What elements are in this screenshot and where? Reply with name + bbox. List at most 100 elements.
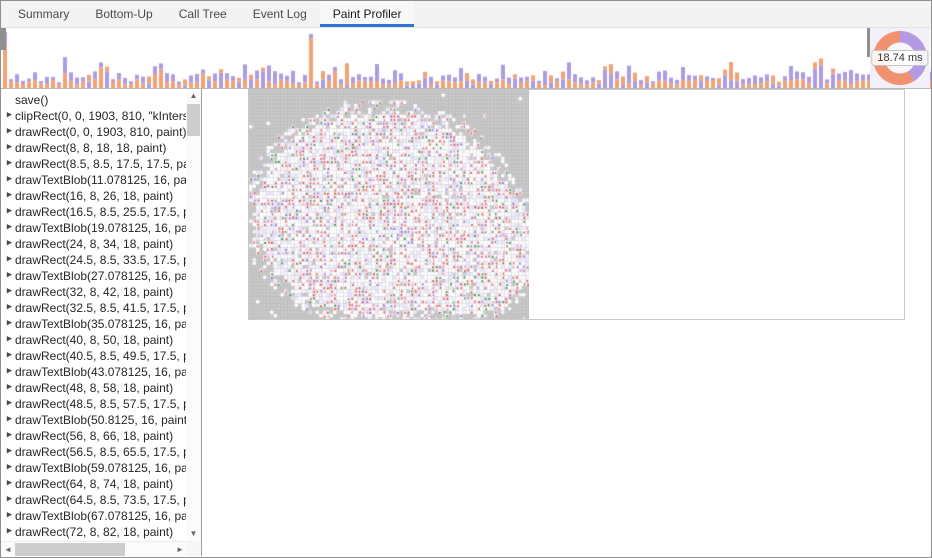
list-item[interactable]: ▶drawRect(40, 8, 50, 18, paint) <box>1 332 187 348</box>
expand-triangle-icon[interactable]: ▶ <box>4 172 15 188</box>
list-item[interactable]: ▶drawRect(56.5, 8.5, 65.5, 17.5, pa <box>1 444 187 460</box>
paint-command-text: drawTextBlob(19.078125, 16, pa <box>15 220 187 236</box>
paint-command-list: save()▶clipRect(0, 0, 1903, 810, "kInter… <box>1 89 187 541</box>
list-item[interactable]: ▶drawRect(32.5, 8.5, 41.5, 17.5, pa <box>1 300 187 316</box>
expand-triangle-icon[interactable]: ▶ <box>4 188 15 204</box>
expand-triangle-icon[interactable]: ▶ <box>4 396 15 412</box>
list-item[interactable]: ▶drawTextBlob(67.078125, 16, pa <box>1 508 187 524</box>
list-item[interactable]: ▶drawTextBlob(11.078125, 16, pa <box>1 172 187 188</box>
devtools-performance-panel: SummaryBottom-UpCall TreeEvent LogPaint … <box>0 0 932 558</box>
list-item[interactable]: ▶drawRect(48, 8, 58, 18, paint) <box>1 380 187 396</box>
paint-command-text: drawTextBlob(43.078125, 16, pa <box>15 364 187 380</box>
paint-preview-frame <box>248 89 905 320</box>
list-item[interactable]: ▶drawTextBlob(59.078125, 16, pa <box>1 460 187 476</box>
paint-command-text: drawRect(48.5, 8.5, 57.5, 17.5, pa <box>15 396 187 412</box>
expand-triangle-icon[interactable]: ▶ <box>4 236 15 252</box>
paint-command-text: drawRect(32, 8, 42, 18, paint) <box>15 284 173 300</box>
list-item[interactable]: ▶drawTextBlob(50.8125, 16, paint <box>1 412 187 428</box>
paint-command-text: drawTextBlob(35.078125, 16, pa <box>15 316 187 332</box>
expand-triangle-icon[interactable]: ▶ <box>4 476 15 492</box>
expand-triangle-icon[interactable]: ▶ <box>4 124 15 140</box>
paint-command-text: drawRect(64.5, 8.5, 73.5, 17.5, pa <box>15 492 187 508</box>
vertical-scroll-thumb[interactable] <box>187 104 200 136</box>
expand-triangle-icon[interactable]: ▶ <box>4 204 15 220</box>
list-item[interactable]: ▶drawRect(16, 8, 26, 18, paint) <box>1 188 187 204</box>
paint-command-text: drawRect(40.5, 8.5, 49.5, 17.5, pa <box>15 348 187 364</box>
list-item[interactable]: ▶drawRect(0, 0, 1903, 810, paint) <box>1 124 187 140</box>
paint-command-text: drawRect(0, 0, 1903, 810, paint) <box>15 124 186 140</box>
expand-triangle-icon[interactable]: ▶ <box>4 300 15 316</box>
selection-grip-left[interactable] <box>1 28 6 50</box>
scroll-right-icon[interactable]: ► <box>173 542 187 557</box>
paint-command-log-pane: save()▶clipRect(0, 0, 1903, 810, "kInter… <box>1 89 202 556</box>
expand-triangle-icon[interactable]: ▶ <box>4 268 15 284</box>
tab-summary[interactable]: Summary <box>5 1 82 27</box>
list-item[interactable]: save() <box>1 92 187 108</box>
list-item[interactable]: ▶drawRect(8, 8, 18, 18, paint) <box>1 140 187 156</box>
scroll-left-icon[interactable]: ◄ <box>1 542 15 557</box>
list-item[interactable]: ▶drawRect(16.5, 8.5, 25.5, 17.5, pa <box>1 204 187 220</box>
overview-bars-canvas[interactable] <box>1 28 931 88</box>
scroll-down-icon[interactable]: ▼ <box>186 527 201 541</box>
list-item[interactable]: ▶drawTextBlob(27.078125, 16, pa <box>1 268 187 284</box>
list-item[interactable]: ▶drawRect(48.5, 8.5, 57.5, 17.5, pa <box>1 396 187 412</box>
list-item[interactable]: ▶drawRect(8.5, 8.5, 17.5, 17.5, pai <box>1 156 187 172</box>
paint-command-text: drawRect(56.5, 8.5, 65.5, 17.5, pa <box>15 444 187 460</box>
paint-command-text: drawTextBlob(11.078125, 16, pa <box>15 172 187 188</box>
list-item[interactable]: ▶clipRect(0, 0, 1903, 810, "kInters <box>1 108 187 124</box>
horizontal-scrollbar[interactable]: ◄ ► <box>1 541 187 556</box>
paint-duration-label: 18.74 ms <box>871 50 928 66</box>
expand-triangle-icon[interactable]: ▶ <box>4 444 15 460</box>
paint-command-text: drawRect(8.5, 8.5, 17.5, 17.5, pai <box>15 156 187 172</box>
list-item[interactable]: ▶drawRect(24.5, 8.5, 33.5, 17.5, pa <box>1 252 187 268</box>
vertical-scrollbar[interactable]: ▲ ▼ <box>186 89 201 541</box>
paint-command-text: drawTextBlob(50.8125, 16, paint <box>15 412 187 428</box>
expand-triangle-icon[interactable]: ▶ <box>4 332 15 348</box>
paint-command-text: drawRect(64, 8, 74, 18, paint) <box>15 476 173 492</box>
paint-command-text: drawTextBlob(67.078125, 16, pa <box>15 508 187 524</box>
expand-triangle-icon[interactable]: ▶ <box>4 428 15 444</box>
paint-command-text: drawRect(72, 8, 82, 18, paint) <box>15 524 173 540</box>
list-item[interactable]: ▶drawRect(72, 8, 82, 18, paint) <box>1 524 187 540</box>
expand-triangle-icon[interactable]: ▶ <box>4 524 15 540</box>
paint-command-text: drawTextBlob(59.078125, 16, pa <box>15 460 187 476</box>
tab-event-log[interactable]: Event Log <box>240 1 320 27</box>
expand-triangle-icon[interactable]: ▶ <box>4 380 15 396</box>
tab-bar: SummaryBottom-UpCall TreeEvent LogPaint … <box>1 1 931 28</box>
paint-command-text: drawRect(16, 8, 26, 18, paint) <box>15 188 173 204</box>
paint-command-text: drawRect(8, 8, 18, 18, paint) <box>15 140 166 156</box>
expand-triangle-icon[interactable]: ▶ <box>4 252 15 268</box>
expand-triangle-icon[interactable]: ▶ <box>4 492 15 508</box>
expand-triangle-icon[interactable]: ▶ <box>4 412 15 428</box>
tab-call-tree[interactable]: Call Tree <box>166 1 240 27</box>
list-item[interactable]: ▶drawRect(40.5, 8.5, 49.5, 17.5, pa <box>1 348 187 364</box>
list-item[interactable]: ▶drawRect(64, 8, 74, 18, paint) <box>1 476 187 492</box>
list-item[interactable]: ▶drawRect(24, 8, 34, 18, paint) <box>1 236 187 252</box>
paint-profiler-content: save()▶clipRect(0, 0, 1903, 810, "kInter… <box>1 89 931 556</box>
expand-triangle-icon[interactable]: ▶ <box>4 364 15 380</box>
paint-command-text: save() <box>15 92 48 108</box>
list-item[interactable]: ▶drawTextBlob(43.078125, 16, pa <box>1 364 187 380</box>
paint-preview-pane <box>202 89 931 556</box>
paint-command-text: drawRect(40, 8, 50, 18, paint) <box>15 332 173 348</box>
list-item[interactable]: ▶drawTextBlob(19.078125, 16, pa <box>1 220 187 236</box>
expand-triangle-icon[interactable]: ▶ <box>4 220 15 236</box>
expand-triangle-icon[interactable]: ▶ <box>4 460 15 476</box>
tab-bottom-up[interactable]: Bottom-Up <box>82 1 165 27</box>
list-item[interactable]: ▶drawRect(64.5, 8.5, 73.5, 17.5, pa <box>1 492 187 508</box>
horizontal-scroll-thumb[interactable] <box>15 543 125 556</box>
expand-triangle-icon[interactable]: ▶ <box>4 140 15 156</box>
list-item[interactable]: ▶drawRect(32, 8, 42, 18, paint) <box>1 284 187 300</box>
expand-triangle-icon[interactable]: ▶ <box>4 156 15 172</box>
paint-command-text: drawRect(24, 8, 34, 18, paint) <box>15 236 173 252</box>
scroll-up-icon[interactable]: ▲ <box>186 89 201 103</box>
paint-command-text: drawRect(32.5, 8.5, 41.5, 17.5, pa <box>15 300 187 316</box>
tab-paint-profiler[interactable]: Paint Profiler <box>320 1 415 27</box>
expand-triangle-icon[interactable]: ▶ <box>4 348 15 364</box>
expand-triangle-icon[interactable]: ▶ <box>4 508 15 524</box>
expand-triangle-icon[interactable]: ▶ <box>4 284 15 300</box>
list-item[interactable]: ▶drawRect(56, 8, 66, 18, paint) <box>1 428 187 444</box>
expand-triangle-icon[interactable]: ▶ <box>4 108 15 124</box>
expand-triangle-icon[interactable]: ▶ <box>4 316 15 332</box>
list-item[interactable]: ▶drawTextBlob(35.078125, 16, pa <box>1 316 187 332</box>
